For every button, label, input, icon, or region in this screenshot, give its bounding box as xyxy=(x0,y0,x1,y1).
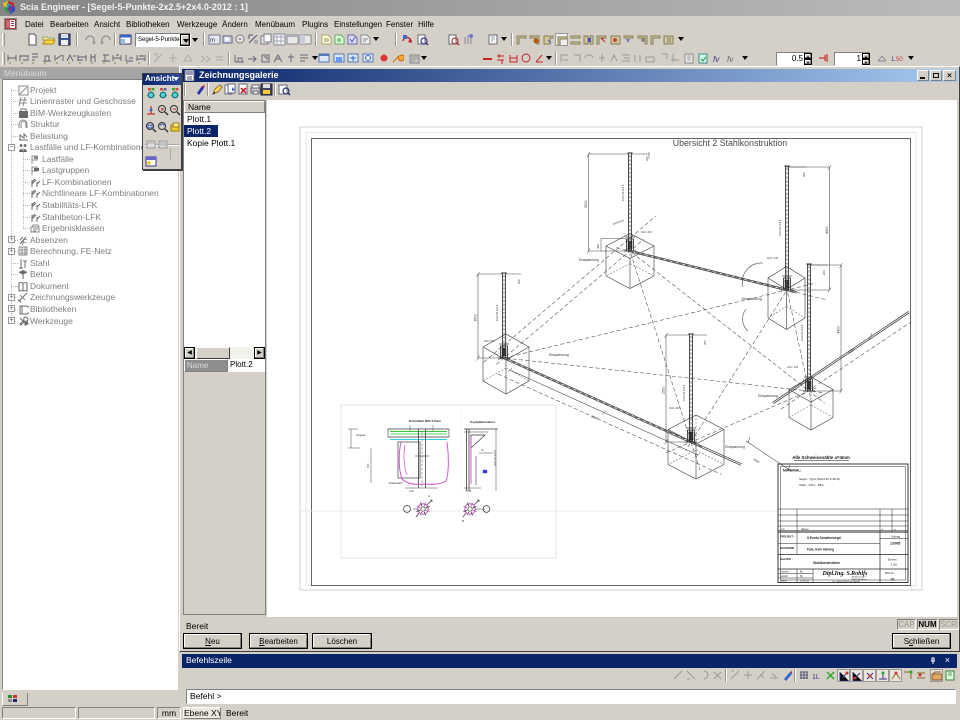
svg-text:Rohrdübel M20 4.5mm: Rohrdübel M20 4.5mm xyxy=(409,419,441,423)
svg-text:168: 168 xyxy=(467,490,472,493)
svg-text:1,50: 1,50 xyxy=(891,563,897,567)
svg-text:Namen: Namen xyxy=(801,528,809,531)
svg-text:Rohr 60.3x3.6: Rohr 60.3x3.6 xyxy=(778,219,782,236)
svg-text:219: 219 xyxy=(409,489,414,493)
svg-text:Rohr d30: Rohr d30 xyxy=(641,230,652,234)
svg-text:4400: 4400 xyxy=(837,326,841,334)
svg-text:BauTEIL :: BauTEIL : xyxy=(780,557,793,561)
svg-text:Rohr 60.3x3.6: Rohr 60.3x3.6 xyxy=(682,384,686,401)
svg-text:fv: fv xyxy=(727,55,734,64)
svg-text:40: 40 xyxy=(481,449,484,452)
svg-text:200: 200 xyxy=(645,156,649,161)
svg-text:13.03.12: 13.03.12 xyxy=(800,581,810,583)
svg-text:BAUHERR: BAUHERR xyxy=(780,546,794,550)
svg-text:Rohr 60.3x3.6: Rohr 60.3x3.6 xyxy=(800,324,804,341)
svg-text:Rohr 60.3x3.6: Rohr 60.3x3.6 xyxy=(494,450,497,466)
svg-text:1L: 1L xyxy=(812,674,820,681)
svg-text:Rohr d30: Rohr d30 xyxy=(484,339,495,343)
svg-text:2500: 2500 xyxy=(753,457,761,464)
svg-text:Segel - Typ4 (Rund #2,5-48-N: Segel - Typ4 (Rund #2,5-48-N) xyxy=(799,477,840,481)
svg-text:Verguss: Verguss xyxy=(356,433,366,437)
svg-text:By: By xyxy=(800,576,804,578)
svg-text:4000: 4000 xyxy=(847,347,855,354)
svg-text:Aufn. d30: Aufn. d30 xyxy=(767,256,779,260)
svg-text:200: 200 xyxy=(822,270,826,275)
svg-text:Geprüft: Geprüft xyxy=(780,575,788,578)
svg-text:Kopfplattenübers.: Kopfplattenübers. xyxy=(470,420,496,424)
svg-text:Einspannung: Einspannung xyxy=(742,297,762,301)
svg-text:Übersicht 2 Stahlkonstruktion: Übersicht 2 Stahlkonstruktion xyxy=(673,138,788,148)
svg-text:Auftrag: Auftrag xyxy=(891,535,900,539)
svg-text:Alle Schweissnähte a=4mm: Alle Schweissnähte a=4mm xyxy=(792,455,850,460)
svg-text:Tel. 0000-00000 Fax 000000: Tel. 0000-00000 Fax 000000 xyxy=(832,581,861,583)
svg-text:4400: 4400 xyxy=(825,226,829,234)
svg-text:Einspannung: Einspannung xyxy=(579,258,599,262)
svg-text:PROJEKT :: PROJEKT : xyxy=(780,535,795,539)
svg-text:MATERIAL:: MATERIAL: xyxy=(783,469,801,473)
svg-text:F: F xyxy=(22,238,28,246)
svg-text:200: 200 xyxy=(703,340,707,345)
svg-text:3500: 3500 xyxy=(584,200,588,208)
svg-text:01: 01 xyxy=(891,578,895,582)
svg-text:Stahl - 235+-, BPa: Stahl - 235+-, BPa xyxy=(799,483,824,487)
svg-text:Aufnahme: Aufnahme xyxy=(612,218,625,226)
svg-text:Einspannung: Einspannung xyxy=(725,445,745,449)
svg-text:200: 200 xyxy=(517,279,521,284)
svg-text:Einheit: Einheit xyxy=(888,558,897,562)
svg-text:m: m xyxy=(210,38,215,44)
svg-text:B: B xyxy=(462,519,464,523)
svg-text:13/005: 13/005 xyxy=(890,542,900,546)
svg-text:Drehansatz: Drehansatz xyxy=(389,481,403,485)
svg-text:Datum: Datum xyxy=(780,580,787,583)
svg-text:Blatt Nr: Blatt Nr xyxy=(885,571,894,575)
svg-text:Rohr d30: Rohr d30 xyxy=(669,406,680,410)
svg-text:Einspannung: Einspannung xyxy=(758,394,778,398)
svg-text:Fam. Kein Höning: Fam. Kein Höning xyxy=(807,548,834,552)
svg-text:2500: 2500 xyxy=(662,386,666,394)
svg-text:Stahlkonstruktion: Stahlkonstruktion xyxy=(813,561,840,565)
svg-text:Gezeich.: Gezeich. xyxy=(780,572,789,574)
svg-text:5-Punkt Schattensegel: 5-Punkt Schattensegel xyxy=(807,536,841,540)
svg-text:200: 200 xyxy=(802,172,806,177)
svg-text:By: By xyxy=(800,572,804,574)
svg-text:Rohr 60.3x3.6: Rohr 60.3x3.6 xyxy=(495,304,499,321)
svg-text:A: A xyxy=(428,494,430,498)
svg-text:1.50: 1.50 xyxy=(891,57,903,63)
svg-text:3500: 3500 xyxy=(591,414,599,421)
svg-text:fv: fv xyxy=(713,55,720,64)
svg-text:Aufn. d30: Aufn. d30 xyxy=(787,365,799,369)
svg-text:3500: 3500 xyxy=(474,314,478,322)
svg-text:400: 400 xyxy=(596,244,600,249)
svg-text:Rohr 60.3x3.6: Rohr 60.3x3.6 xyxy=(621,184,625,201)
svg-text:500: 500 xyxy=(366,463,370,468)
svg-text:Einspannung: Einspannung xyxy=(549,353,569,357)
